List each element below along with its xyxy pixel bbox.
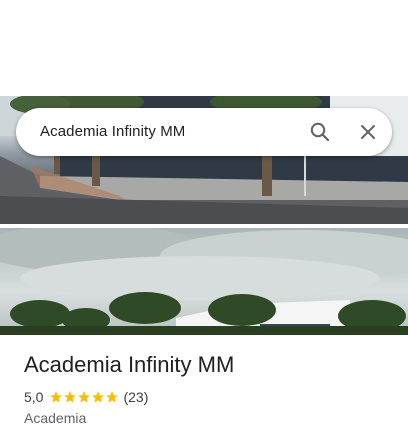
rating-value: 5,0 [24,389,44,405]
close-icon[interactable] [356,120,380,144]
search-input[interactable]: Academia Infinity MM [40,123,185,140]
place-photo[interactable] [0,228,408,335]
place-category: Academia [24,410,87,426]
star-icon [64,391,77,403]
search-bar[interactable]: Academia Infinity MM [16,108,392,156]
rating-stars [49,390,119,404]
place-title: Academia Infinity MM [24,352,235,377]
review-count[interactable]: (23) [123,389,148,405]
star-icon [106,391,119,403]
search-icon[interactable] [308,120,332,144]
place-image [0,228,408,335]
star-icon [50,391,63,403]
star-icon [92,391,105,403]
star-icon [78,391,91,403]
rating-row[interactable]: 5,0 (23) [24,389,148,405]
